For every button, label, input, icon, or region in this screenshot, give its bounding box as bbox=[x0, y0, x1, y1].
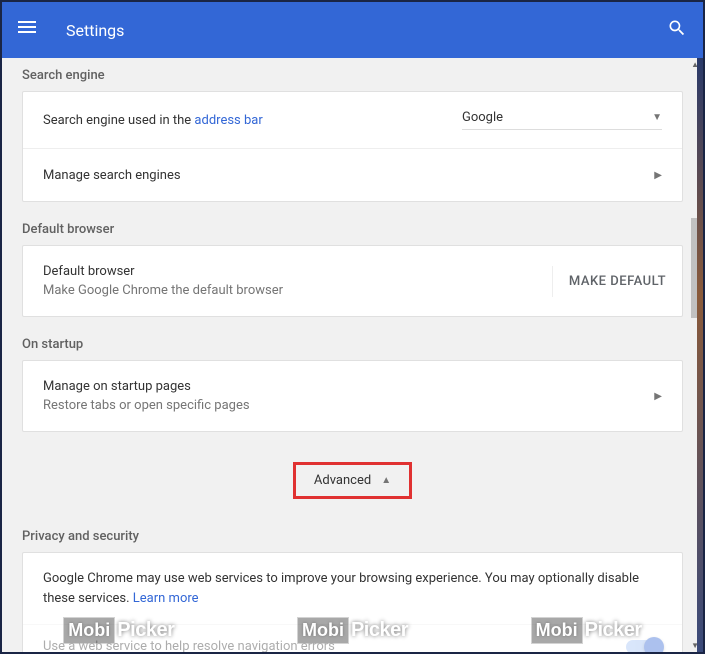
privacy-description: Google Chrome may use web services to im… bbox=[23, 553, 682, 624]
advanced-label: Advanced bbox=[314, 473, 371, 488]
search-engine-prefix: Search engine used in the bbox=[43, 113, 194, 128]
default-browser-row: Default browser Make Google Chrome the d… bbox=[23, 246, 682, 316]
search-engine-label: Search engine used in the address bar bbox=[43, 113, 462, 128]
default-browser-primary: Default browser bbox=[43, 264, 552, 279]
chevron-down-icon: ▼ bbox=[652, 112, 662, 123]
advanced-button[interactable]: Advanced ▲ bbox=[293, 462, 412, 499]
advanced-section: Advanced ▲ bbox=[2, 442, 703, 519]
learn-more-link[interactable]: Learn more bbox=[133, 591, 199, 606]
startup-secondary: Restore tabs or open specific pages bbox=[43, 398, 654, 413]
page-title: Settings bbox=[66, 21, 667, 40]
make-default-button[interactable]: MAKE DEFAULT bbox=[552, 266, 682, 297]
default-browser-card: Default browser Make Google Chrome the d… bbox=[22, 245, 683, 317]
manage-search-engines-row[interactable]: Manage search engines ▶ bbox=[23, 149, 682, 201]
chevron-right-icon: ▶ bbox=[654, 391, 662, 402]
search-engine-dropdown[interactable]: Google ▼ bbox=[462, 110, 662, 130]
section-heading-search-engine: Search engine bbox=[2, 58, 703, 91]
web-service-label: Use a web service to help resolve naviga… bbox=[43, 639, 335, 652]
startup-primary: Manage on startup pages bbox=[43, 379, 654, 394]
web-service-toggle-row[interactable]: Use a web service to help resolve naviga… bbox=[23, 624, 682, 652]
section-heading-privacy: Privacy and security bbox=[2, 519, 703, 552]
app-header: Settings bbox=[2, 2, 703, 58]
address-bar-link[interactable]: address bar bbox=[194, 113, 262, 128]
chevron-right-icon: ▶ bbox=[654, 170, 662, 181]
window-edge-decoration bbox=[697, 58, 703, 652]
privacy-card: Google Chrome may use web services to im… bbox=[22, 552, 683, 652]
toggle-switch[interactable] bbox=[626, 640, 662, 653]
default-browser-secondary: Make Google Chrome the default browser bbox=[43, 283, 552, 298]
default-browser-text: Default browser Make Google Chrome the d… bbox=[43, 264, 552, 298]
chevron-up-icon: ▲ bbox=[381, 475, 391, 486]
manage-startup-row[interactable]: Manage on startup pages Restore tabs or … bbox=[23, 361, 682, 431]
search-engine-row: Search engine used in the address bar Go… bbox=[23, 92, 682, 149]
section-heading-on-startup: On startup bbox=[2, 327, 703, 360]
settings-content: ▲ ▼ Search engine Search engine used in … bbox=[2, 58, 703, 652]
search-engine-card: Search engine used in the address bar Go… bbox=[22, 91, 683, 202]
menu-icon[interactable] bbox=[18, 18, 42, 42]
dropdown-value: Google bbox=[462, 110, 503, 125]
section-heading-default-browser: Default browser bbox=[2, 212, 703, 245]
on-startup-card: Manage on startup pages Restore tabs or … bbox=[22, 360, 683, 432]
manage-search-engines-label: Manage search engines bbox=[43, 168, 654, 183]
startup-text: Manage on startup pages Restore tabs or … bbox=[43, 379, 654, 413]
search-icon[interactable] bbox=[667, 18, 687, 42]
